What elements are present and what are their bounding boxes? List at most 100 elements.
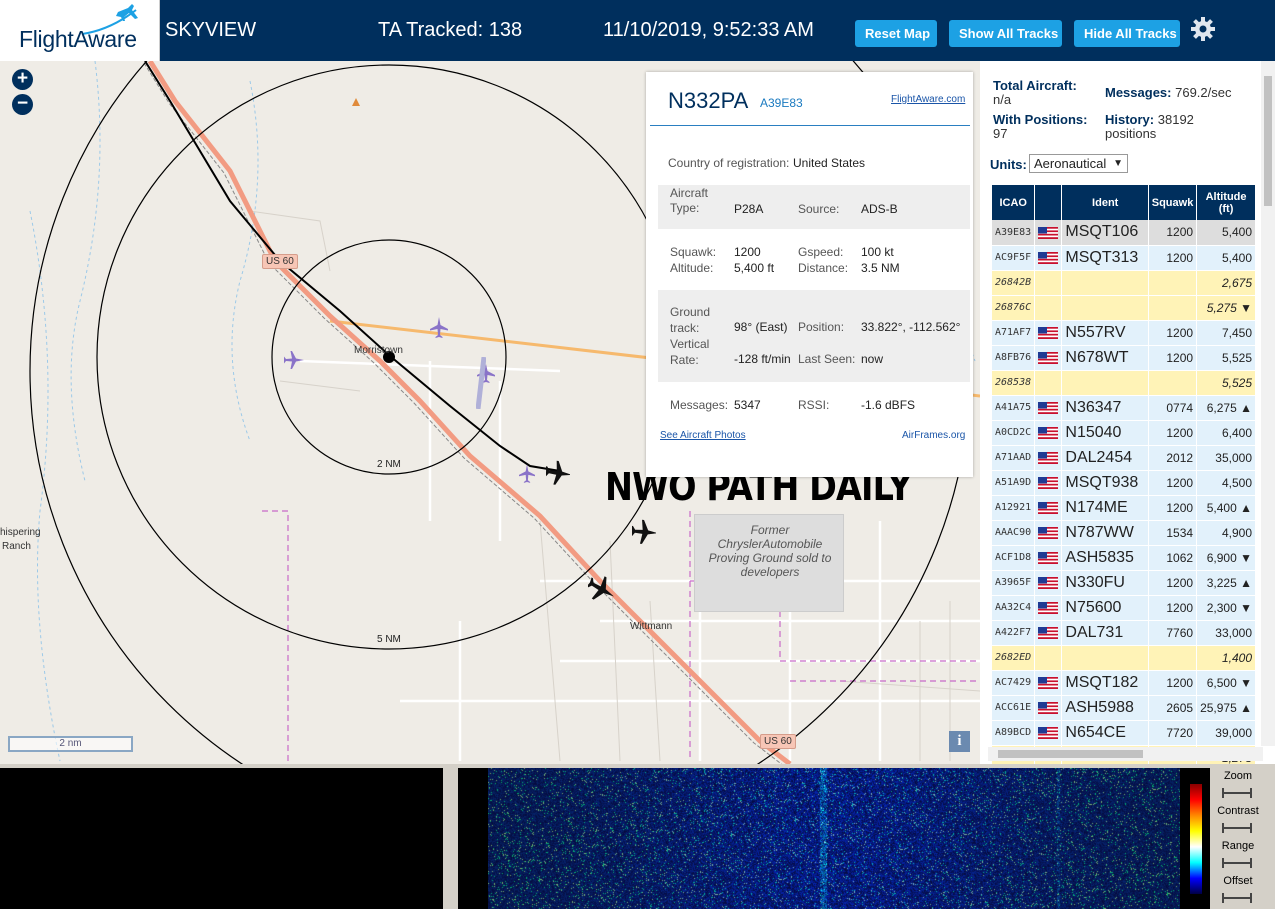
- flag-cell: [1034, 570, 1063, 596]
- icao-cell: 26876C: [992, 295, 1036, 321]
- spectrum-display: [0, 768, 443, 909]
- vertical-scrollbar[interactable]: [1261, 61, 1275, 746]
- rssi-value: -1.6 dBFS: [861, 398, 916, 412]
- flag-cell: [1034, 495, 1063, 521]
- reset-map-button[interactable]: Reset Map: [855, 20, 937, 47]
- table-row[interactable]: A0CD2C N15040 1200 6,400: [992, 420, 1256, 446]
- zoom-in-button[interactable]: +: [12, 69, 33, 90]
- table-row[interactable]: A71AF7 N557RV 1200 7,450: [992, 320, 1256, 346]
- aircraft-icon[interactable]: [519, 464, 535, 484]
- altitude-cell: 6,500 ▼: [1196, 670, 1256, 696]
- table-row[interactable]: AA32C4 N75600 1200 2,300 ▼: [992, 595, 1256, 621]
- column-header-ident[interactable]: Ident: [1061, 185, 1149, 220]
- offset-slider[interactable]: [1222, 893, 1252, 903]
- gear-icon[interactable]: [1190, 16, 1216, 42]
- squawk-cell: 7760: [1148, 620, 1198, 646]
- scale-bar: 2 nm: [8, 736, 133, 752]
- table-row[interactable]: ACC61E ASH5988 2605 25,975 ▲: [992, 695, 1256, 721]
- table-row[interactable]: A12921 N174ME 1200 5,400 ▲: [992, 495, 1256, 521]
- color-scale-bar: [1190, 784, 1202, 894]
- ident-cell: MSQT182: [1061, 670, 1149, 696]
- range-slider[interactable]: [1222, 858, 1252, 868]
- ground-track-value: 98° (East): [734, 320, 788, 334]
- icao-cell: ACC61E: [992, 695, 1036, 721]
- column-header-icao[interactable]: ICAO: [992, 185, 1036, 220]
- ident-cell: [1061, 270, 1149, 296]
- messages-label: Messages:: [670, 398, 729, 412]
- altitude-cell: 5,525: [1196, 370, 1256, 396]
- show-all-tracks-button[interactable]: Show All Tracks: [949, 20, 1062, 47]
- altitude-cell: 5,525: [1196, 345, 1256, 371]
- icao-cell: AAAC90: [992, 520, 1036, 546]
- aircraft-icon[interactable]: [632, 518, 656, 546]
- scrollbar-thumb[interactable]: [998, 750, 1143, 758]
- scrollbar-thumb[interactable]: [1264, 76, 1272, 206]
- table-row[interactable]: AAAC90 N787WW 1534 4,900: [992, 520, 1256, 546]
- flightaware-logo[interactable]: FlightAware: [0, 0, 160, 61]
- source-value: ADS-B: [861, 202, 898, 216]
- messages-row: Messages: 5347 RSSI: -1.6 dBFS: [658, 390, 970, 420]
- table-row[interactable]: A89BCD N654CE 7720 39,000: [992, 720, 1256, 746]
- airframes-link[interactable]: AirFrames.org: [902, 430, 965, 441]
- column-header-squawk[interactable]: Squawk: [1148, 185, 1198, 220]
- hide-all-tracks-button[interactable]: Hide All Tracks: [1074, 20, 1180, 47]
- us-flag-icon: [1038, 327, 1059, 340]
- table-row[interactable]: AC9F5F MSQT313 1200 5,400: [992, 245, 1256, 271]
- aircraft-trail: [476, 357, 486, 409]
- aircraft-photos-link[interactable]: See Aircraft Photos: [660, 430, 746, 441]
- with-positions-value: 97: [993, 126, 1008, 141]
- table-row[interactable]: A422F7 DAL731 7760 33,000: [992, 620, 1256, 646]
- altitude-cell: 25,975 ▲: [1196, 695, 1256, 721]
- type-row: Aircraft Type: P28A Source: ADS-B: [658, 185, 970, 229]
- road-shield: US 60: [760, 734, 796, 749]
- table-row[interactable]: 2682ED 1,400: [992, 645, 1256, 671]
- altitude-cell: 5,400: [1196, 220, 1256, 246]
- squawk-cell: 1200: [1148, 420, 1198, 446]
- offset-label: Offset: [1223, 875, 1253, 887]
- altitude-cell: 6,900 ▼: [1196, 545, 1256, 571]
- aircraft-icon[interactable]: [430, 317, 448, 339]
- altitude-cell: 6,275 ▲: [1196, 395, 1256, 421]
- logo-text: FlightAware: [19, 26, 137, 52]
- table-row[interactable]: A8FB76 N678WT 1200 5,525: [992, 345, 1256, 371]
- column-header-flag[interactable]: [1034, 185, 1063, 220]
- flag-cell: [1034, 520, 1063, 546]
- flag-cell: [1034, 345, 1063, 371]
- squawk-cell: 0774: [1148, 395, 1198, 421]
- flag-cell: [1034, 720, 1063, 746]
- selected-aircraft-icon[interactable]: [546, 459, 570, 487]
- aircraft-icon[interactable]: [284, 351, 304, 369]
- us-flag-icon: [1038, 627, 1059, 640]
- ident-cell: [1061, 370, 1149, 396]
- position-label: Position:: [798, 320, 845, 334]
- table-row[interactable]: 26876C 5,275 ▼: [992, 295, 1256, 321]
- icao-cell: A0CD2C: [992, 420, 1036, 446]
- info-button[interactable]: i: [949, 731, 970, 752]
- contrast-slider[interactable]: [1222, 823, 1252, 833]
- gspeed-value: 100 kt: [861, 245, 894, 259]
- table-row[interactable]: ACF1D8 ASH5835 1062 6,900 ▼: [992, 545, 1256, 571]
- ident-cell: [1061, 295, 1149, 321]
- icao-cell: 268538: [992, 370, 1036, 396]
- table-row[interactable]: A41A75 N36347 0774 6,275 ▲: [992, 395, 1256, 421]
- table-row[interactable]: A71AAD DAL2454 2012 35,000: [992, 445, 1256, 471]
- horizontal-scrollbar[interactable]: [988, 747, 1263, 761]
- table-row[interactable]: A3965F N330FU 1200 3,225 ▲: [992, 570, 1256, 596]
- us-flag-icon: [1038, 577, 1059, 590]
- aircraft-ident: N332PA: [668, 88, 749, 113]
- table-row[interactable]: A51A9D MSQT938 1200 4,500: [992, 470, 1256, 496]
- units-select[interactable]: Aeronautical ▼: [1029, 154, 1128, 173]
- aircraft-icon[interactable]: [588, 574, 614, 604]
- town-label: Morristown: [354, 345, 403, 356]
- zoom-out-button[interactable]: −: [12, 94, 33, 115]
- table-row[interactable]: A39E83 MSQT106 1200 5,400: [992, 220, 1256, 246]
- waterfall-display: [488, 768, 1180, 909]
- table-row[interactable]: AC7429 MSQT182 1200 6,500 ▼: [992, 670, 1256, 696]
- country-row: Country of registration: United States: [658, 148, 970, 178]
- table-row[interactable]: 268538 5,525: [992, 370, 1256, 396]
- column-header-altitude[interactable]: Altitude (ft): [1196, 185, 1256, 220]
- altitude-cell: 4,900: [1196, 520, 1256, 546]
- table-row[interactable]: 26842B 2,675: [992, 270, 1256, 296]
- zoom-slider[interactable]: [1222, 788, 1252, 798]
- flightaware-link[interactable]: FlightAware.com: [891, 94, 965, 105]
